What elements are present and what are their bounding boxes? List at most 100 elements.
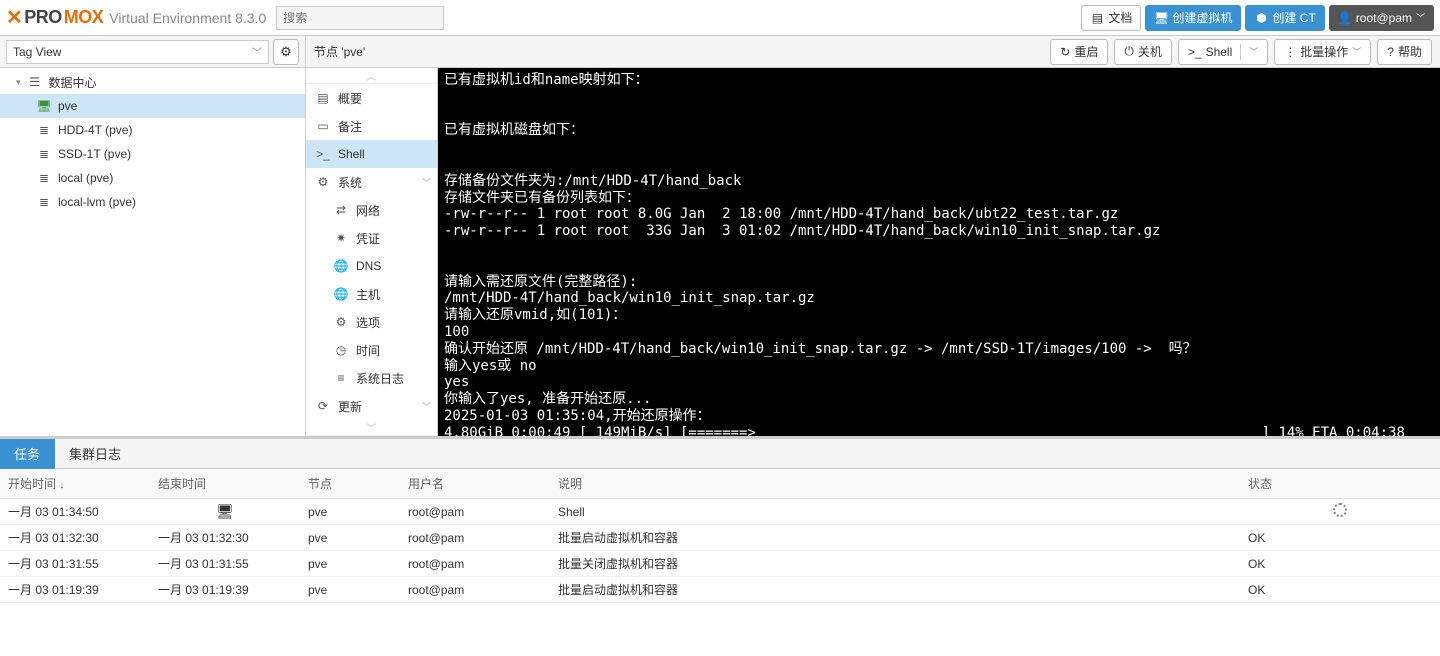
user-menu-button[interactable]: 👤 root@pam ﹀ (1329, 5, 1434, 31)
task-row[interactable]: 一月 03 01:19:39一月 03 01:19:39pveroot@pam批… (0, 577, 1440, 603)
tree-item-hdd-4t-pve-[interactable]: ≣HDD-4T (pve) (0, 118, 305, 142)
cell-user: root@pam (400, 583, 550, 597)
menu-item-label: DNS (356, 259, 381, 273)
docs-button[interactable]: ▤ 文档 (1081, 5, 1141, 31)
cell-start: 一月 03 01:31:55 (0, 555, 150, 572)
tree-item-local-pve-[interactable]: ≣local (pve) (0, 166, 305, 190)
app-header: ✕ PROMOX Virtual Environment 8.3.0 ▤ 文档 … (0, 0, 1440, 36)
bottom-tabs: 任务 集群日志 (0, 439, 1440, 469)
menu-item-label: 备注 (338, 118, 362, 135)
cell-user: root@pam (400, 557, 550, 571)
tab-cluster-log[interactable]: 集群日志 (55, 439, 136, 469)
chevron-down-icon: ﹀ (422, 176, 431, 189)
bulk-actions-button[interactable]: ⋮ 批量操作 ﹀ (1274, 39, 1371, 65)
col-status[interactable]: 状态 (1240, 475, 1440, 492)
menu-item-shell[interactable]: >_Shell (306, 140, 437, 168)
docs-label: 文档 (1108, 9, 1132, 26)
menu-item-时间[interactable]: ◷ 时间 (306, 336, 437, 364)
reboot-button[interactable]: ↻ 重启 (1050, 39, 1108, 65)
cert-icon: ✷ (334, 231, 348, 245)
view-selector[interactable]: Tag View ﹀ (6, 40, 269, 64)
menu-item-网络[interactable]: ⇄网络 (306, 196, 437, 224)
menu-item-更新[interactable]: ⟳更新﹀ (306, 392, 437, 420)
user-label: root@pam (1356, 11, 1412, 25)
bottom-panel: 任务 集群日志 开始时间 ↓ 结束时间 节点 用户名 说明 状态 一月 03 0… (0, 436, 1440, 603)
menu-item-概要[interactable]: ▤概要 (306, 84, 437, 112)
clock-icon: ◷ (334, 343, 348, 357)
menu-item-label: 系统 (338, 174, 362, 191)
menu-item-凭证[interactable]: ✷凭证 (306, 224, 437, 252)
menu-item-选项[interactable]: ⚙选项 (306, 308, 437, 336)
col-user[interactable]: 用户名 (400, 475, 550, 492)
cell-desc: 批量关闭虚拟机和容器 (550, 555, 1240, 572)
shutdown-button[interactable]: ⏻ 关机 (1114, 39, 1172, 65)
cell-end: 一月 03 01:19:39 (150, 581, 300, 598)
shell-dropdown-button[interactable]: >_ Shell ﹀ (1178, 39, 1268, 65)
cell-status: OK (1240, 557, 1440, 571)
task-row[interactable]: 一月 03 01:32:30一月 03 01:32:30pveroot@pam批… (0, 525, 1440, 551)
cell-status: OK (1240, 583, 1440, 597)
collapse-down-button[interactable]: ﹀ (306, 420, 437, 436)
resource-tree-panel: Tag View ﹀ ⚙ ▾☰数据中心🖥pve≣HDD-4T (pve)≣SSD… (0, 36, 306, 436)
tab-tasks[interactable]: 任务 (0, 439, 55, 469)
col-start[interactable]: 开始时间 ↓ (0, 475, 150, 492)
menu-item-dns[interactable]: 🌐 DNS (306, 252, 437, 280)
col-desc[interactable]: 说明 (550, 475, 1240, 492)
menu-item-label: 时间 (356, 342, 380, 359)
help-button[interactable]: ? 帮助 (1377, 39, 1432, 65)
cell-end: 一月 03 01:32:30 (150, 529, 300, 546)
tree-item-pve[interactable]: 🖥pve (0, 94, 305, 118)
reload-icon: ↻ (1060, 45, 1070, 59)
tree-item-ssd-1t-pve-[interactable]: ≣SSD-1T (pve) (0, 142, 305, 166)
col-end[interactable]: 结束时间 (150, 475, 300, 492)
cell-desc: 批量启动虚拟机和容器 (550, 529, 1240, 546)
tree-toolbar: Tag View ﹀ ⚙ (0, 36, 305, 68)
main-area: Tag View ﹀ ⚙ ▾☰数据中心🖥pve≣HDD-4T (pve)≣SSD… (0, 36, 1440, 436)
cell-user: root@pam (400, 505, 550, 519)
help-label: 帮助 (1398, 43, 1422, 60)
col-node[interactable]: 节点 (300, 475, 400, 492)
menu-item-主机[interactable]: 🌐主机 (306, 280, 437, 308)
task-table-header: 开始时间 ↓ 结束时间 节点 用户名 说明 状态 (0, 469, 1440, 499)
cell-node: pve (300, 531, 400, 545)
task-row[interactable]: 一月 03 01:31:55一月 03 01:31:55pveroot@pam批… (0, 551, 1440, 577)
collapse-up-button[interactable]: ︿ (306, 68, 437, 84)
globe-icon: 🌐 (334, 259, 348, 273)
node-content: ︿ ▤概要 ▭ 备注 >_Shell ⚙ 系统 ﹀ ⇄网络✷凭证 🌐 DNS 🌐主机⚙选项 ◷ 时间 ≡系… (306, 68, 1440, 436)
create-ct-button[interactable]: ⬢ 创建 CT (1245, 5, 1324, 31)
tree-item-local-lvm-pve-[interactable]: ≣local-lvm (pve) (0, 190, 305, 214)
tree-settings-button[interactable]: ⚙ (273, 39, 299, 65)
create-vm-button[interactable]: 🖥 创建虚拟机 (1145, 5, 1241, 31)
node-title: 节点 'pve' (314, 43, 365, 60)
menu-item-系统[interactable]: ⚙ 系统 ﹀ (306, 168, 437, 196)
chevron-down-icon: ﹀ (422, 400, 431, 413)
shell-terminal[interactable]: 已有虚拟机id和name映射如下： 已有虚拟机磁盘如下： 存储备份文件夹为:/m… (438, 68, 1440, 436)
terminal-icon: >_ (1188, 45, 1202, 59)
cell-start: 一月 03 01:34:50 (0, 503, 150, 520)
shutdown-label: 关机 (1138, 43, 1162, 60)
cogs-icon: ⚙ (316, 175, 330, 189)
sort-desc-icon: ↓ (59, 480, 64, 491)
tree-item--[interactable]: ▾☰数据中心 (0, 70, 305, 94)
menu-item-备注[interactable]: ▭ 备注 (306, 112, 437, 140)
menu-icon: ⋮ (1284, 45, 1296, 59)
help-icon: ? (1387, 45, 1394, 59)
menu-item-label: 概要 (338, 90, 362, 107)
env-label: Virtual Environment 8.3.0 (109, 10, 266, 26)
search-input[interactable] (276, 6, 444, 30)
menu-item-系统日志[interactable]: ≡系统日志 (306, 364, 437, 392)
power-icon: ⏻ (1124, 44, 1134, 59)
spinner-icon (1333, 503, 1347, 517)
menu-item-label: 网络 (356, 202, 380, 219)
logo-text-pro: PRO (24, 7, 62, 28)
refresh-icon: ⟳ (316, 399, 330, 413)
tree-item-label: local (pve) (58, 171, 113, 185)
storage-icon: ≣ (36, 123, 52, 137)
gear-icon: ⚙ (334, 315, 348, 329)
tree-item-label: 数据中心 (49, 74, 97, 91)
note-icon: ▭ (316, 119, 330, 133)
task-row[interactable]: 一月 03 01:34:50🖥pveroot@pamShell (0, 499, 1440, 525)
cell-status (1240, 503, 1440, 520)
cell-node: pve (300, 505, 400, 519)
globe-icon: 🌐 (334, 287, 348, 301)
